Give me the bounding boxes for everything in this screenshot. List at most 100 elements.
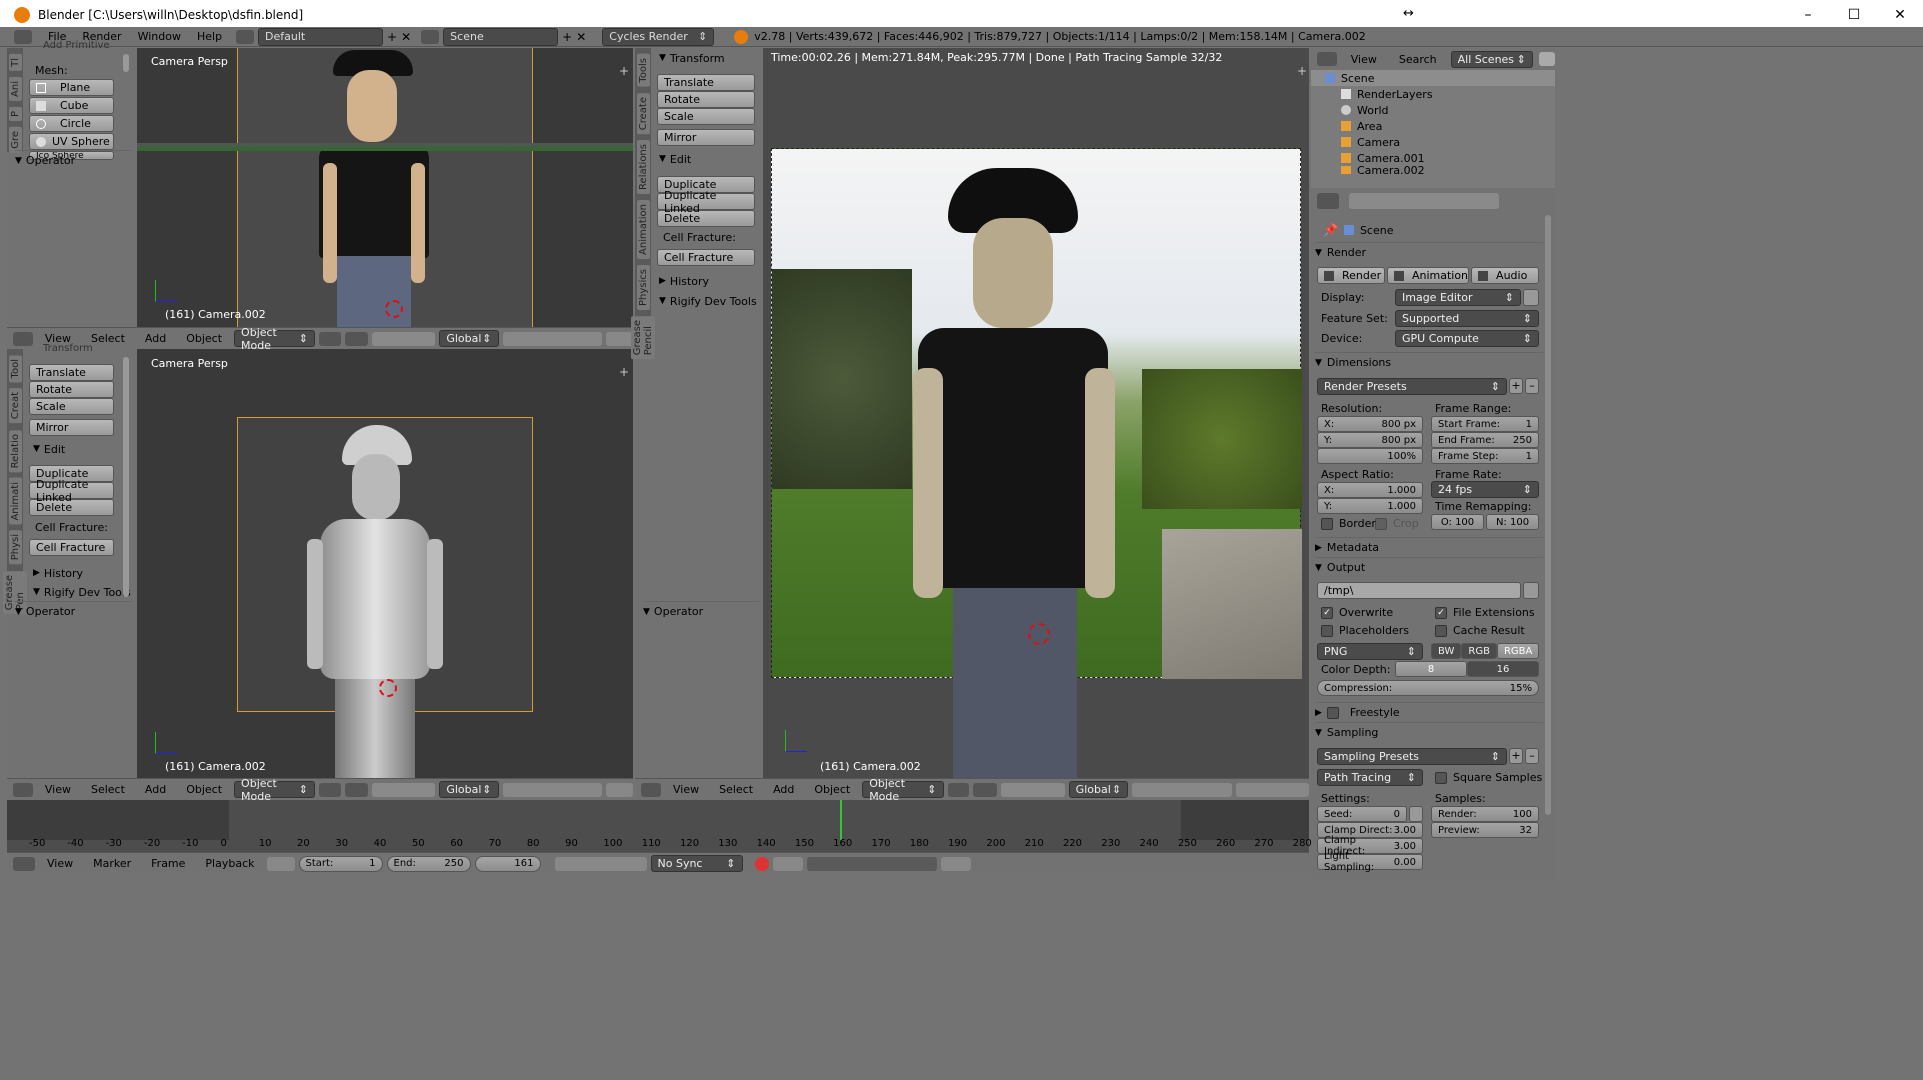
pivot-icon[interactable] <box>344 782 369 797</box>
animation-button[interactable]: Animation <box>1386 267 1470 284</box>
tab-animation[interactable]: Animation <box>636 199 650 259</box>
outliner-row-camera-002[interactable]: Camera.002 <box>1311 166 1555 174</box>
add-region-icon[interactable]: + <box>619 64 629 78</box>
tab-relations[interactable]: Relations <box>636 139 650 194</box>
output-path-field[interactable]: /tmp\ <box>1317 582 1521 599</box>
tab-animation[interactable]: Ani <box>8 76 22 101</box>
tab-create[interactable]: Create <box>636 92 650 134</box>
border-checkbox[interactable]: Border <box>1321 517 1376 530</box>
cache-result-checkbox[interactable]: Cache Result <box>1435 624 1525 637</box>
square-samples-checkbox[interactable]: Square Samples <box>1435 771 1542 784</box>
rotate-button[interactable]: Rotate <box>657 91 755 108</box>
sampling-panel-header[interactable]: ▼ Sampling <box>1315 722 1543 742</box>
seed-field[interactable]: Seed: 0 <box>1317 806 1407 822</box>
remove-preset-icon[interactable]: – <box>1525 378 1539 394</box>
orientation-dropdown[interactable]: Global ⇕ <box>1068 781 1129 798</box>
cube-button[interactable]: Cube <box>29 97 114 114</box>
search-icon[interactable] <box>1538 52 1555 66</box>
menu-add[interactable]: Add <box>765 783 802 796</box>
operator-panel-header[interactable]: ▼ Operator <box>15 150 133 170</box>
add-preset-icon[interactable]: + <box>1509 378 1523 394</box>
crop-checkbox[interactable]: Crop <box>1375 517 1419 530</box>
operator-panel-header-bottom[interactable]: ▼ Operator <box>15 601 133 621</box>
scene-field[interactable]: Scene <box>443 27 559 46</box>
end-frame-field[interactable]: End Frame: 250 <box>1431 432 1539 448</box>
edit-panel-header[interactable]: ▼ Edit <box>659 149 691 169</box>
add-region-icon[interactable]: + <box>619 365 629 379</box>
outliner-row-area[interactable]: Area <box>1311 118 1555 134</box>
pivot-icon[interactable] <box>344 331 369 346</box>
outliner-row-camera[interactable]: Camera <box>1311 134 1555 150</box>
render-icons[interactable] <box>1236 782 1309 797</box>
time-old-field[interactable]: O: 100 <box>1431 514 1484 530</box>
layout-icon[interactable] <box>236 29 255 44</box>
cell-fracture-button[interactable]: Cell Fracture <box>657 249 755 266</box>
properties-scrollbar[interactable] <box>1545 215 1551 815</box>
shading-icon[interactable] <box>318 331 341 346</box>
info-icon[interactable] <box>14 29 32 44</box>
tab-tools[interactable]: Tools <box>636 54 650 87</box>
resolution-y-field[interactable]: Y: 800 px <box>1317 432 1423 448</box>
pivot-icon[interactable] <box>973 782 997 797</box>
tab-grease[interactable]: Gre <box>8 126 22 153</box>
render-presets-dropdown[interactable]: Render Presets ⇕ <box>1317 378 1507 395</box>
menu-window[interactable]: Window <box>130 30 189 43</box>
editor-type-icon[interactable] <box>1317 52 1337 66</box>
rgb-button[interactable]: RGB <box>1461 643 1497 659</box>
cell-fracture-button[interactable]: Cell Fracture <box>29 539 114 556</box>
manipulator-icons[interactable] <box>372 331 436 346</box>
resolution-x-field[interactable]: X: 800 px <box>1317 416 1423 432</box>
current-frame-field[interactable]: 161 <box>474 855 541 872</box>
render-button[interactable]: Render <box>1317 267 1385 284</box>
translate-button[interactable]: Translate <box>29 364 114 381</box>
outliner-row-renderlayers[interactable]: RenderLayers <box>1311 86 1555 102</box>
shelf-scrollbar[interactable] <box>123 54 129 72</box>
overwrite-checkbox[interactable]: ✓ Overwrite <box>1321 606 1393 619</box>
menu-view[interactable]: View <box>665 783 707 796</box>
layers-grid-icon[interactable] <box>502 782 602 797</box>
orientation-dropdown[interactable]: Global ⇕ <box>439 330 499 347</box>
outliner-row-camera-001[interactable]: Camera.001 <box>1311 150 1555 166</box>
current-frame-indicator[interactable] <box>840 800 842 840</box>
menu-frame[interactable]: Frame <box>143 857 193 870</box>
circle-button[interactable]: Circle <box>29 115 114 132</box>
insert-delete-key-icons[interactable] <box>940 856 971 871</box>
add-layout-icon[interactable]: + <box>387 30 397 44</box>
outliner-row-scene[interactable]: Scene <box>1311 70 1555 86</box>
layers-grid-icon[interactable] <box>1132 782 1233 797</box>
viewport-bottom-left[interactable]: Camera Persp + (161) Camera.002 <box>137 349 633 778</box>
menu-playback[interactable]: Playback <box>197 857 262 870</box>
keyframe-icon[interactable] <box>772 856 803 871</box>
maximize-button[interactable]: ☐ <box>1831 0 1877 30</box>
duplicate-linked-button[interactable]: Duplicate Linked <box>657 189 755 215</box>
rigify-panel-header[interactable]: ▼ Rigify Dev Tools <box>659 291 757 311</box>
editor-type-icon[interactable] <box>1317 193 1339 209</box>
translate-button[interactable]: Translate <box>657 74 755 91</box>
clock-icon[interactable] <box>1409 806 1423 822</box>
rotate-button[interactable]: Rotate <box>29 381 114 398</box>
mode-dropdown[interactable]: Object Mode ⇕ <box>234 777 315 803</box>
shading-icon[interactable] <box>318 782 341 797</box>
compression-slider[interactable]: Compression: 15% <box>1317 680 1539 696</box>
menu-select[interactable]: Select <box>711 783 761 796</box>
scale-button[interactable]: Scale <box>657 108 755 125</box>
tab-tool[interactable]: Tool <box>8 355 22 383</box>
history-panel-header[interactable]: ▶ History <box>33 563 83 583</box>
manipulator-icons[interactable] <box>1000 782 1065 797</box>
tab-physics[interactable]: P <box>8 106 22 121</box>
frame-step-field[interactable]: Frame Step: 1 <box>1431 448 1539 464</box>
viewport-top-left[interactable]: Camera Persp + (161) Camera.002 <box>137 48 633 327</box>
transform-panel-header[interactable]: ▼ Transform <box>659 48 725 68</box>
file-format-dropdown[interactable]: PNG ⇕ <box>1317 643 1423 660</box>
rigify-panel-header[interactable]: ▼ Rigify Dev Tools <box>33 582 131 602</box>
end-frame-field[interactable]: End: 250 <box>386 855 471 872</box>
editor-type-icon[interactable] <box>13 856 35 871</box>
mode-dropdown[interactable]: Object Mode ⇕ <box>234 326 315 352</box>
menu-view[interactable]: View <box>1343 53 1385 66</box>
shading-icon[interactable] <box>947 782 970 797</box>
resolution-percent-field[interactable]: 100% <box>1317 448 1423 464</box>
aspect-y-field[interactable]: Y: 1.000 <box>1317 498 1423 514</box>
menu-object[interactable]: Object <box>178 783 230 796</box>
remove-sampling-preset-icon[interactable]: – <box>1525 748 1539 764</box>
tab-physics[interactable]: Physi <box>8 530 22 565</box>
